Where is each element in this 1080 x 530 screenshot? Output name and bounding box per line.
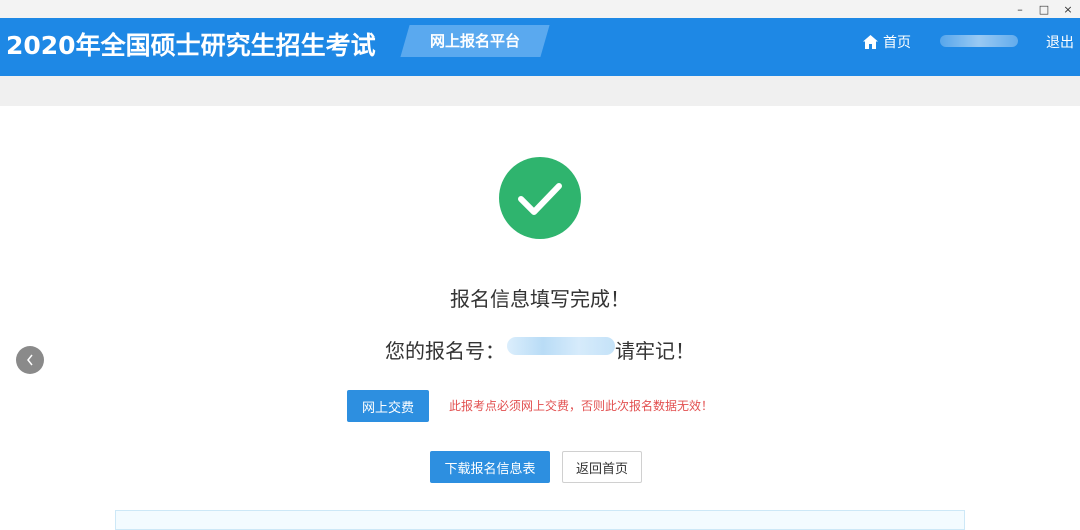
sub-navigation-bar [0,76,1080,106]
registration-number-label: 您的报名号： [385,339,505,363]
payment-warning: 此报考点必须网上交费，否则此次报名数据无效！ [449,399,714,413]
home-icon [863,35,878,49]
checkmark-icon [518,183,562,215]
site-title: 2020年全国硕士研究生招生考试 [6,31,376,60]
back-home-button[interactable]: 返回首页 [562,451,642,483]
home-label: 首页 [883,35,911,51]
home-link[interactable]: 首页 [863,32,911,52]
window-titlebar: – □ × [0,0,1080,18]
platform-label: 网上报名平台 [429,32,520,50]
logout-link[interactable]: 退出 [1046,32,1074,52]
minimize-button[interactable]: – [1008,0,1032,18]
username-redacted [940,35,1018,47]
registration-number-redacted [507,337,615,355]
info-panel [115,510,965,530]
previous-arrow-button[interactable] [16,346,44,374]
site-header: 2020年全国硕士研究生招生考试 网上报名平台 首页 退出 [0,18,1080,76]
platform-tag: 网上报名平台 [400,25,550,57]
download-info-button[interactable]: 下载报名信息表 [430,451,550,483]
close-button[interactable]: × [1056,0,1080,18]
online-payment-button[interactable]: 网上交费 [347,390,429,422]
success-icon [499,157,581,239]
remember-note: 请牢记！ [615,339,695,363]
chevron-left-icon [27,354,33,366]
completion-message: 报名信息填写完成！ [450,287,630,311]
maximize-button[interactable]: □ [1032,0,1056,18]
